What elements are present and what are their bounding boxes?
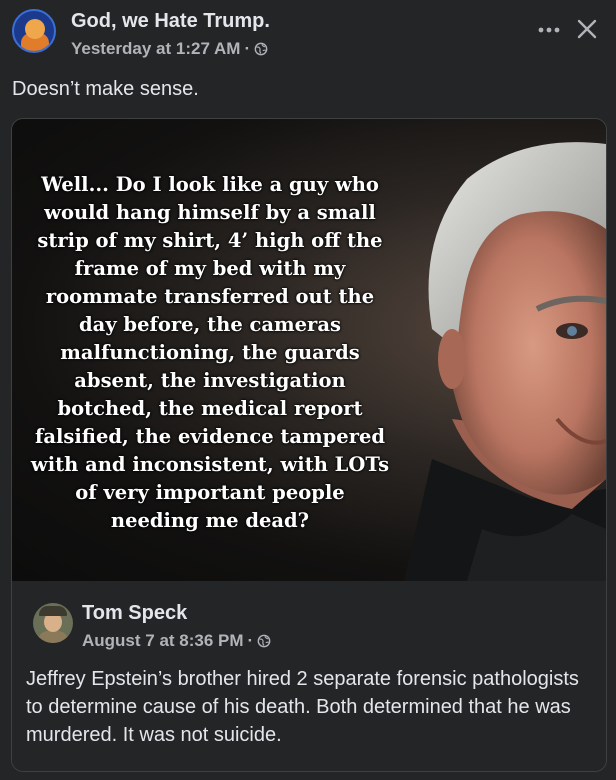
caption-line: of very important people <box>75 481 345 504</box>
caption-line: roommate transferred out the <box>45 285 375 308</box>
caption-line: would hang himself by a small <box>44 201 376 224</box>
caption-line: day before, the cameras <box>79 313 341 336</box>
more-options-button[interactable] <box>534 15 564 45</box>
caption-line: with and inconsistent, with LOTs <box>30 453 390 476</box>
globe-icon <box>257 634 271 648</box>
more-dots-icon <box>538 27 560 33</box>
author-name-link[interactable]: Tom Speck <box>82 602 187 625</box>
shared-post-meta: August 7 at 8:36 PM · <box>82 631 271 651</box>
caption-line: frame of my bed with my <box>74 257 346 280</box>
caption-line: botched, the medical report <box>57 397 363 420</box>
post-text: Doesn’t make sense. <box>12 78 199 100</box>
caption-line: malfunctioning, the guards <box>60 341 360 364</box>
meta-separator: · <box>244 39 251 58</box>
close-icon <box>577 19 597 39</box>
shared-post-timestamp[interactable]: August 7 at 8:36 PM <box>82 631 244 651</box>
caption-line: absent, the investigation <box>74 369 346 392</box>
group-name-link[interactable]: God, we Hate Trump. <box>71 10 270 33</box>
meme-image[interactable]: Well... Do I look like a guy who would h… <box>12 119 606 581</box>
close-button[interactable] <box>570 12 604 46</box>
caption-line: falsified, the evidence tampered <box>34 425 386 448</box>
shared-post-card[interactable]: Well... Do I look like a guy who would h… <box>11 118 607 772</box>
post-timestamp[interactable]: Yesterday at 1:27 AM <box>71 39 240 59</box>
meme-caption: Well... Do I look like a guy who would h… <box>12 171 408 535</box>
shared-post-text: Jeffrey Epstein’s brother hired 2 separa… <box>26 668 579 746</box>
author-avatar[interactable] <box>33 603 73 643</box>
globe-icon <box>254 42 268 56</box>
caption-line: Well... Do I look like a guy who <box>41 173 379 196</box>
post-header: God, we Hate Trump. Yesterday at 1:27 AM… <box>12 9 604 65</box>
caption-line: needing me dead? <box>110 509 310 532</box>
shared-post-body: Tom Speck August 7 at 8:36 PM · Jeffrey … <box>12 581 606 771</box>
post-meta: Yesterday at 1:27 AM · <box>71 39 268 59</box>
group-avatar[interactable] <box>12 9 56 53</box>
meta-separator: · <box>247 631 254 650</box>
caption-line: strip of my shirt, 4’ high off the <box>37 229 383 252</box>
